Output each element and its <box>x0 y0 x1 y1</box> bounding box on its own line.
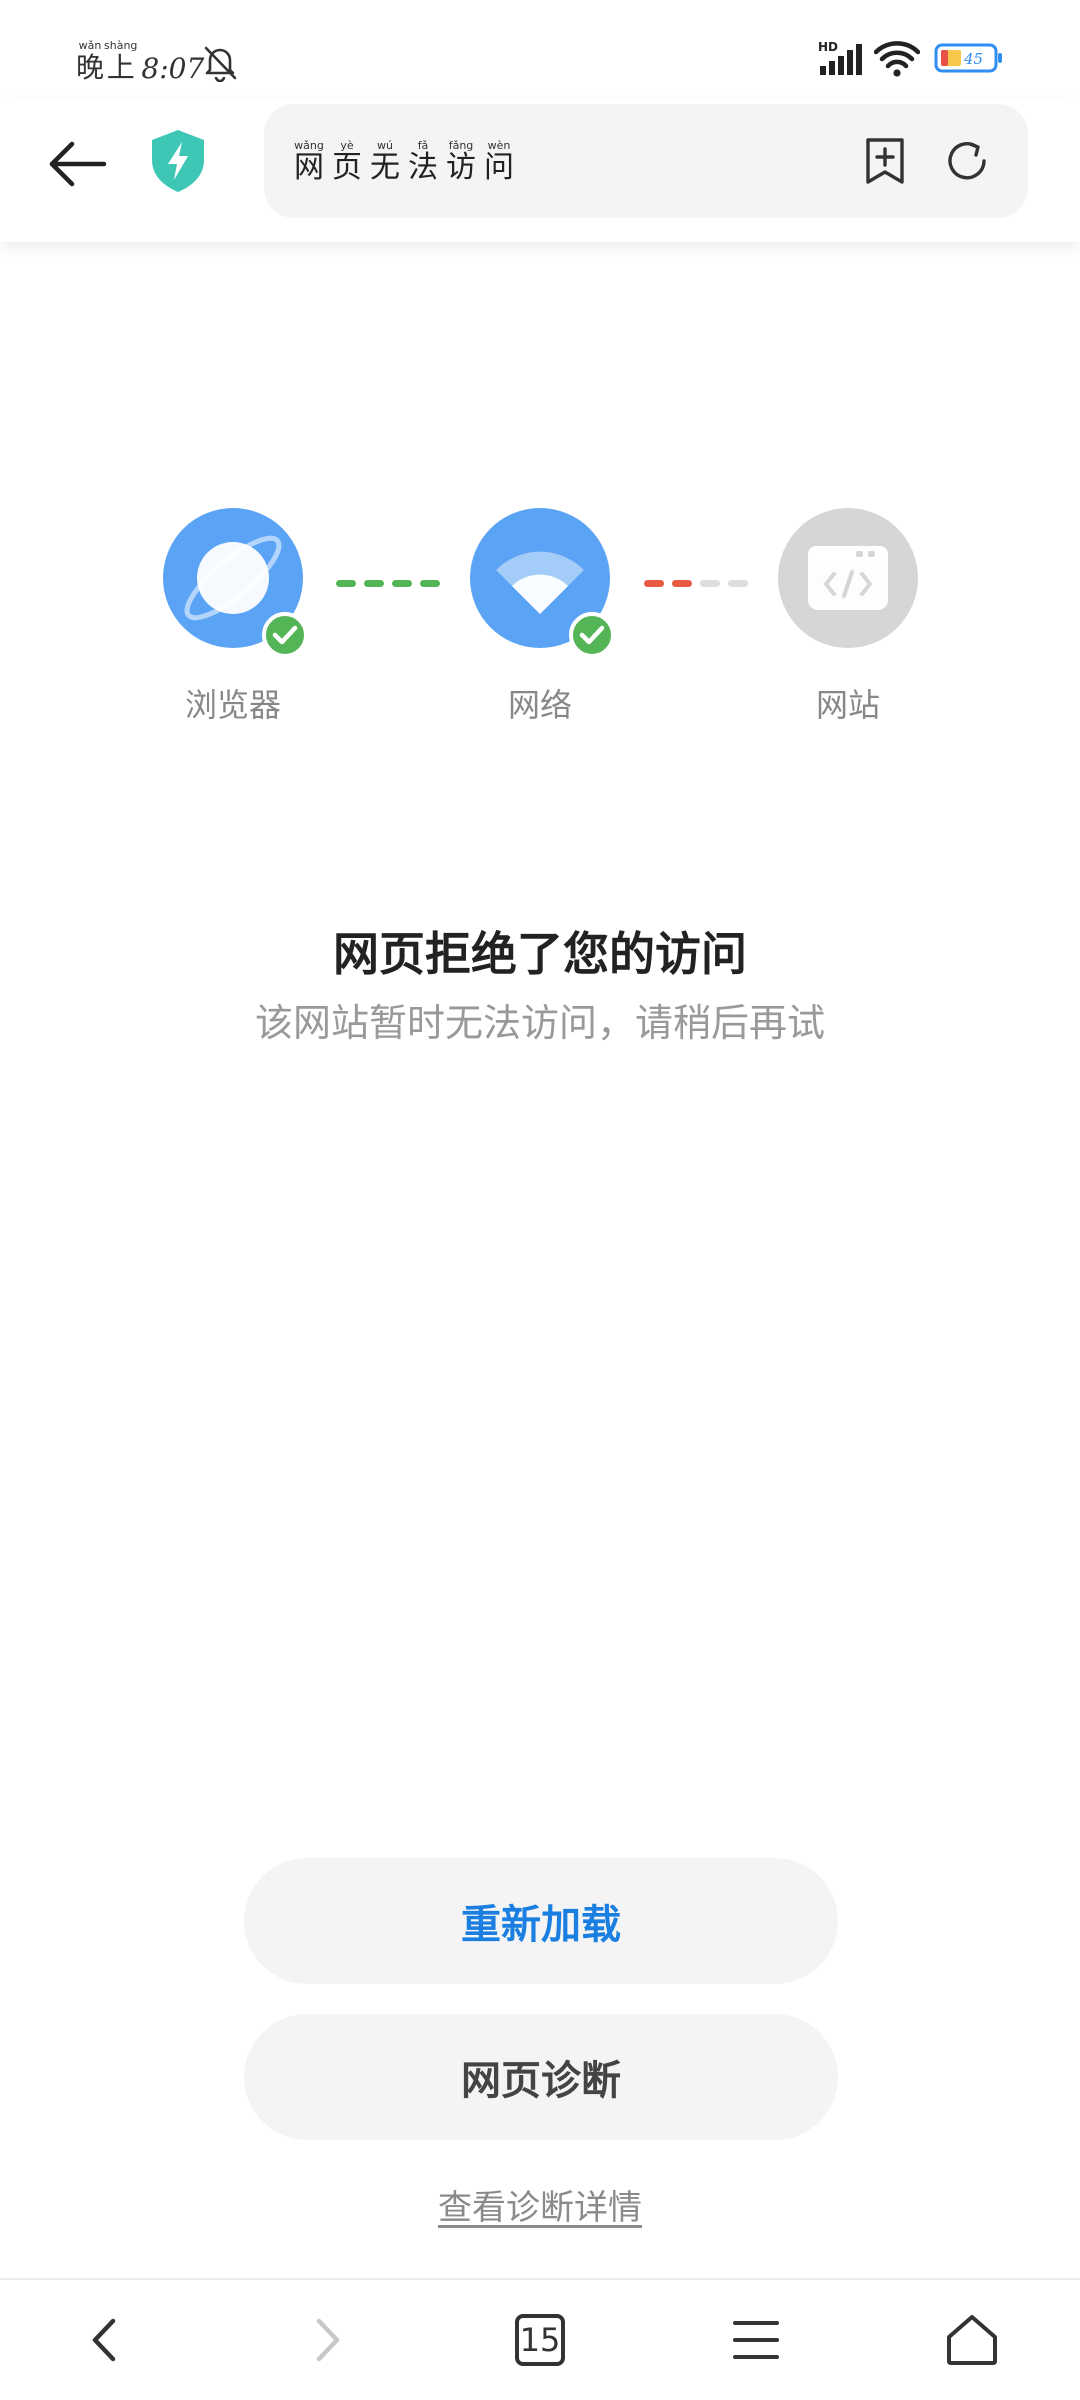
code-window-icon <box>808 546 888 610</box>
link-dash <box>392 580 412 587</box>
home-button[interactable] <box>932 2300 1012 2380</box>
refresh-icon[interactable] <box>944 138 990 184</box>
menu-icon <box>733 2321 779 2359</box>
network-badge: HD <box>818 40 838 54</box>
home-icon <box>947 2315 997 2365</box>
battery-level: 45 <box>963 50 983 68</box>
link-dash <box>644 580 664 587</box>
tab-count: 15 <box>515 2314 565 2366</box>
link-dash <box>420 580 440 587</box>
status-clock: 8:07 <box>141 52 205 85</box>
check-icon <box>272 625 298 645</box>
browser-node-label: 浏览器 <box>184 686 281 724</box>
error-subtitle: 该网站暂时无法访问，请稍后再试 <box>254 1001 825 1045</box>
reload-button[interactable]: 重新加载 <box>244 1858 838 1984</box>
address-bar[interactable]: wǎng 网 yè 页 wú 无 fǎ 法 fǎng 访 wèn 问 <box>264 104 1028 218</box>
website-node <box>778 508 918 648</box>
page-title: wǎng 网 yè 页 wú 无 fǎ 法 fǎng 访 wèn 问 <box>294 139 514 185</box>
browser-ok-badge <box>262 612 308 658</box>
status-time: wǎn 晚 shàng 上 8:07 <box>76 39 205 86</box>
nav-forward-button[interactable] <box>286 2300 366 2380</box>
link-dash <box>336 580 356 587</box>
wifi-icon <box>874 41 920 77</box>
battery-icon: 45 <box>934 43 1002 73</box>
shield-bolt-icon[interactable] <box>148 128 208 194</box>
add-bookmark-icon[interactable] <box>862 136 908 186</box>
link-dash <box>728 580 748 587</box>
bottom-navigation: 15 <box>0 2278 1080 2400</box>
network-ok-badge <box>569 612 615 658</box>
tabs-button[interactable]: 15 <box>500 2300 580 2380</box>
network-node-label: 网络 <box>507 686 572 724</box>
signal-icon: HD <box>818 40 862 75</box>
link-dash <box>700 580 720 587</box>
bell-off-icon <box>204 46 237 82</box>
check-icon <box>579 625 605 645</box>
diagnosis-details-link[interactable]: 查看诊断详情 <box>0 2180 1080 2229</box>
link-dash <box>672 580 692 587</box>
back-arrow-icon[interactable] <box>44 130 112 198</box>
website-node-label: 网站 <box>815 686 880 724</box>
nav-back-button[interactable] <box>66 2300 146 2380</box>
browser-toolbar: wǎng 网 yè 页 wú 无 fǎ 法 fǎng 访 wèn 问 <box>0 100 1080 242</box>
nav-back-icon <box>92 2318 116 2362</box>
error-title: 网页拒绝了您的访问 <box>333 927 747 981</box>
diagnose-button[interactable]: 网页诊断 <box>244 2014 838 2140</box>
link-dash <box>364 580 384 587</box>
status-bar: wǎn 晚 shàng 上 8:07 HD 45 <box>0 0 1080 100</box>
nav-forward-icon <box>316 2318 340 2362</box>
menu-button[interactable] <box>716 2300 796 2380</box>
